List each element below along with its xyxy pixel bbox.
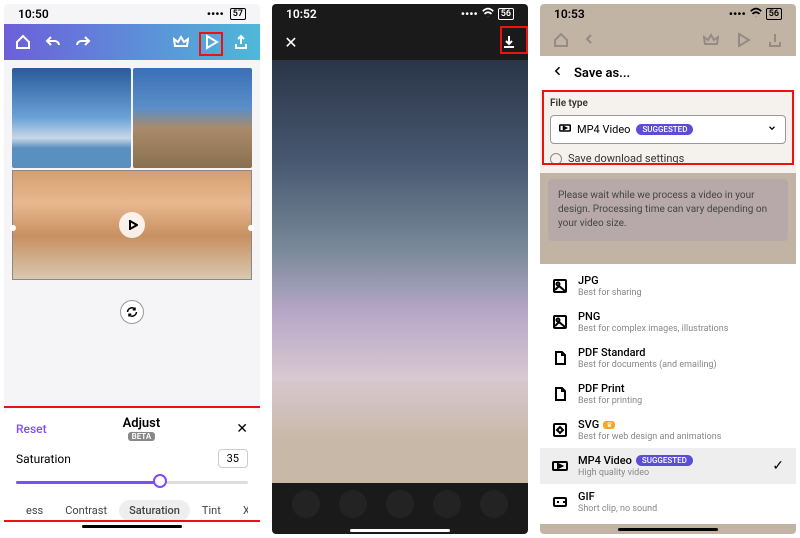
toolbar-icon-4[interactable] <box>433 490 461 518</box>
export-header <box>540 24 796 56</box>
status-icons: •••• 56 <box>729 6 782 23</box>
adjust-panel: Reset Adjust BETA ✕ Saturation 35 essCon… <box>4 408 260 534</box>
format-icon <box>552 350 568 366</box>
highlight-adjust-panel <box>4 406 260 522</box>
canvas-video[interactable] <box>12 170 252 280</box>
preview-header: ✕ <box>272 24 528 60</box>
share-icon[interactable] <box>232 33 250 51</box>
highlight-filetype <box>542 90 794 165</box>
status-icons: •••• 56 <box>461 6 514 23</box>
format-name: MP4 Video SUGGESTED <box>578 454 762 467</box>
canvas-image-1[interactable] <box>12 68 131 168</box>
format-name: GIF <box>578 490 784 503</box>
format-row-jpg[interactable]: JPG Best for sharing <box>540 268 796 304</box>
clock: 10:53 <box>554 7 585 21</box>
format-desc: Best for sharing <box>578 288 784 298</box>
signal-icon: •••• <box>461 7 478 21</box>
format-desc: Short clip, no sound <box>578 504 784 514</box>
wifi-icon <box>749 6 763 23</box>
check-icon: ✓ <box>772 458 784 474</box>
toolbar-icon-5[interactable] <box>480 490 508 518</box>
format-desc: Best for documents (and emailing) <box>578 360 784 370</box>
format-name: PDF Print <box>578 382 784 395</box>
saveas-bar: Save as... <box>540 56 796 90</box>
signal-icon: •••• <box>207 7 224 21</box>
toolbar-icon-3[interactable] <box>386 490 414 518</box>
format-icon <box>552 278 568 294</box>
home-indicator[interactable] <box>350 529 450 532</box>
format-row-pdf-print[interactable]: PDF Print Best for printing <box>540 376 796 412</box>
highlight-download <box>500 26 528 54</box>
crown-icon[interactable] <box>172 33 190 51</box>
wifi-icon <box>481 6 495 23</box>
format-icon <box>552 386 568 402</box>
format-icon <box>552 314 568 330</box>
undo-icon[interactable] <box>584 31 602 49</box>
preview-canvas[interactable] <box>272 60 528 483</box>
processing-notice: Please wait while we process a video in … <box>548 179 788 241</box>
phone-editor: 10:50 •••• 57 Reset Adjust BET <box>4 4 260 534</box>
battery-icon: 57 <box>230 8 246 20</box>
redo-icon[interactable] <box>74 33 92 51</box>
format-desc: Best for printing <box>578 396 784 406</box>
status-bar: 10:53 •••• 56 <box>540 4 796 24</box>
sync-button[interactable] <box>120 300 144 324</box>
format-name: SVG ♛ <box>578 418 784 431</box>
suggested-badge: SUGGESTED <box>636 455 693 466</box>
status-icons: •••• 57 <box>207 7 246 21</box>
canvas[interactable] <box>4 60 260 288</box>
saturation-slider[interactable] <box>16 472 248 490</box>
format-desc: Best for complex images, illustrations <box>578 324 784 334</box>
status-bar: 10:50 •••• 57 <box>4 4 260 24</box>
status-bar: 10:52 •••• 56 <box>272 4 528 24</box>
clock: 10:50 <box>18 7 49 21</box>
crown-badge: ♛ <box>603 421 615 429</box>
canvas-image-2[interactable] <box>133 68 252 168</box>
battery-icon: 56 <box>498 8 514 20</box>
format-row-mp4-video[interactable]: MP4 Video SUGGESTEDHigh quality video ✓ <box>540 448 796 484</box>
format-list: JPG Best for sharingPNG Best for complex… <box>540 264 796 524</box>
home-icon[interactable] <box>14 33 32 51</box>
format-desc: Best for web design and animations <box>578 432 784 442</box>
home-indicator[interactable] <box>82 525 182 528</box>
home-indicator[interactable] <box>618 528 718 531</box>
signal-icon: •••• <box>729 7 746 21</box>
clock: 10:52 <box>286 7 317 21</box>
highlight-play <box>199 32 223 56</box>
toolbar-icon-2[interactable] <box>339 490 367 518</box>
play-icon[interactable] <box>734 31 752 49</box>
preview-toolbar <box>272 483 528 525</box>
format-row-png[interactable]: PNG Best for complex images, illustratio… <box>540 304 796 340</box>
format-icon <box>552 494 568 510</box>
undo-icon[interactable] <box>44 33 62 51</box>
phone-export: 10:53 •••• 56 Save as... File type MP4 V… <box>540 4 796 534</box>
format-name: JPG <box>578 274 784 287</box>
toolbar-icon-1[interactable] <box>292 490 320 518</box>
format-row-pdf-standard[interactable]: PDF Standard Best for documents (and ema… <box>540 340 796 376</box>
share-icon[interactable] <box>766 31 784 49</box>
format-name: PNG <box>578 310 784 323</box>
phone-preview: 10:52 •••• 56 ✕ <box>272 4 528 534</box>
format-row-svg[interactable]: SVG ♛Best for web design and animations <box>540 412 796 448</box>
home-icon[interactable] <box>552 31 570 49</box>
video-play-icon[interactable] <box>119 212 145 238</box>
format-icon <box>552 458 568 474</box>
close-icon[interactable]: ✕ <box>282 33 300 51</box>
crown-icon[interactable] <box>702 31 720 49</box>
format-name: PDF Standard <box>578 346 784 359</box>
battery-icon: 56 <box>766 8 782 20</box>
back-icon[interactable] <box>552 65 564 81</box>
saveas-title: Save as... <box>574 66 630 81</box>
format-row-gif[interactable]: GIF Short clip, no sound <box>540 484 796 520</box>
format-desc: High quality video <box>578 468 762 478</box>
format-icon <box>552 422 568 438</box>
